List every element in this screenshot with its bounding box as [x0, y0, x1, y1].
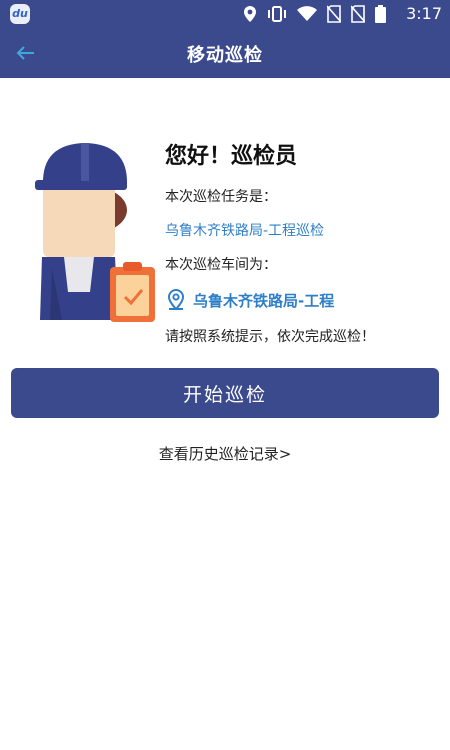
no-sim-icon [327, 5, 341, 23]
vibrate-icon [268, 6, 286, 22]
workshop-name: 乌鲁木齐铁路局-工程 [193, 291, 335, 310]
status-bar: du 3:17 [0, 0, 450, 28]
status-icons [243, 5, 386, 23]
clipboard-check-icon [110, 262, 155, 322]
greeting-heading: 您好！巡检员 [165, 144, 298, 169]
workshop-row: 乌鲁木齐铁路局-工程 [165, 288, 435, 312]
page-title: 移动巡检 [187, 45, 263, 66]
location-status-icon [244, 6, 256, 22]
app-bar: 移动巡检 [0, 28, 450, 78]
task-name-link[interactable]: 乌鲁木齐铁路局-工程巡检 [165, 220, 435, 240]
inspector-illustration [35, 143, 155, 322]
task-label: 本次巡检任务是： [165, 189, 277, 205]
hint-text: 请按照系统提示，依次完成巡检！ [165, 329, 375, 345]
info-panel: 您好！巡检员 本次巡检任务是： 乌鲁木齐铁路局-工程巡检 本次巡检车间为： 乌鲁… [165, 138, 435, 346]
location-pin-icon [167, 288, 185, 311]
start-inspection-button[interactable]: 开始巡检 [11, 368, 439, 418]
history-records-link[interactable]: 查看历史巡检记录> [0, 443, 450, 464]
battery-icon [375, 5, 386, 23]
workshop-label: 本次巡检车间为： [165, 257, 277, 273]
no-sim-icon-2 [351, 5, 365, 23]
app-notification-icon: du [10, 4, 30, 24]
wifi-icon [297, 6, 317, 21]
clock: 3:17 [406, 4, 442, 23]
